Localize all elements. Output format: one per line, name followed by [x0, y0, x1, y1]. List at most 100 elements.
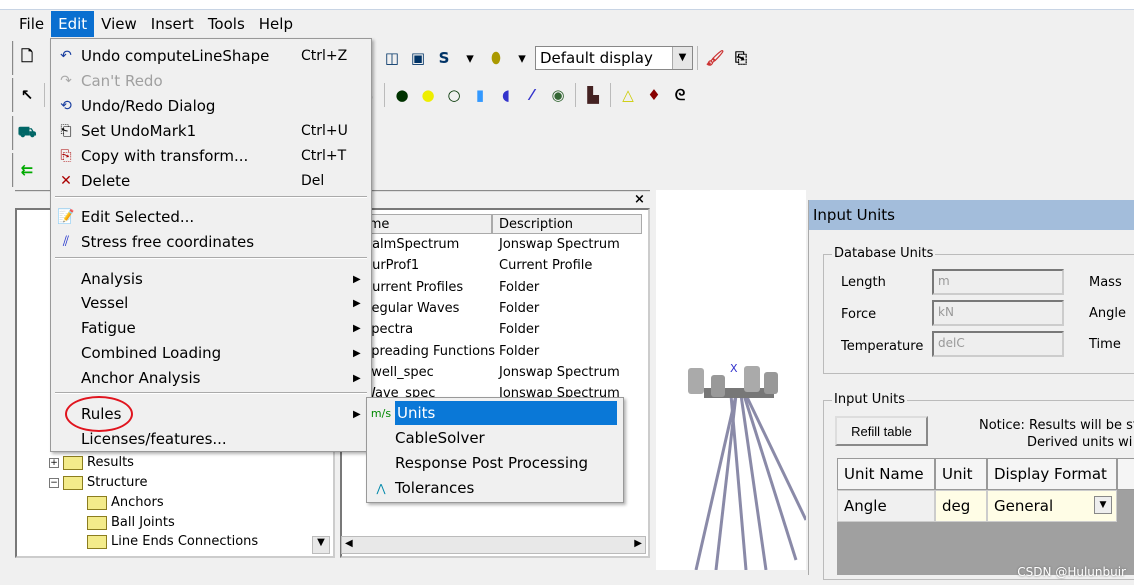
- display-icon[interactable]: ⬮: [483, 45, 509, 71]
- node-ring-icon[interactable]: ○: [441, 82, 467, 108]
- tree-item[interactable]: Line Ends Connections: [87, 534, 258, 549]
- vessel-icon[interactable]: ⛟: [14, 120, 40, 146]
- new-icon[interactable]: 🗋: [14, 45, 40, 71]
- tree-item[interactable]: Anchors: [87, 495, 164, 510]
- toolbar-separator: [575, 83, 576, 107]
- menu-item-label: Analysis: [81, 270, 143, 288]
- menu-item-redo[interactable]: ↷ Can't Redo: [51, 69, 371, 93]
- menu-item-stress-free[interactable]: ⫽ Stress free coordinates: [51, 230, 371, 254]
- menu-item-label: Stress free coordinates: [81, 233, 255, 251]
- temperature-field: delC: [932, 331, 1064, 357]
- object-list[interactable]: NameDescriptionCalmSpectrumJonswap Spect…: [340, 208, 650, 558]
- list-cell-description[interactable]: Folder: [499, 280, 539, 295]
- submenu-item-tolerances[interactable]: ⋀ Tolerances: [367, 476, 623, 500]
- brush-icon[interactable]: 🖌: [702, 45, 728, 71]
- display-select[interactable]: Default display ▼: [535, 46, 693, 70]
- expand-icon[interactable]: +: [49, 457, 59, 468]
- list-cell-description[interactable]: Folder: [499, 322, 539, 337]
- input-units-dialog: Input Units Database Units Length m Force k…: [808, 200, 1134, 580]
- menu-item-combined-loading[interactable]: Combined Loading ▶: [51, 341, 371, 365]
- scroll-left-icon[interactable]: ◀: [345, 538, 353, 549]
- menu-edit[interactable]: Edit: [51, 10, 95, 37]
- menu-view[interactable]: View: [94, 11, 144, 37]
- toolbar-separator: [610, 83, 611, 107]
- copy-icon[interactable]: ⎘: [728, 45, 754, 71]
- folder-icon: [63, 475, 83, 490]
- node-black-icon[interactable]: ●: [389, 82, 415, 108]
- toolbar-separator: [384, 83, 385, 107]
- submenu-item-label: CableSolver: [395, 429, 485, 447]
- dropdown-arrow-icon[interactable]: ▼: [1094, 496, 1112, 514]
- list-cell-name[interactable]: Swell_spec: [363, 365, 434, 380]
- menu-separator: [55, 392, 367, 394]
- select-pointer-icon[interactable]: ↖: [14, 82, 40, 108]
- edit-menu: ↶ Undo computeLineShape Ctrl+Z ↷ Can't Redo ⟲…: [50, 38, 372, 452]
- menu-tools[interactable]: Tools: [201, 11, 252, 37]
- scroll-right-icon[interactable]: ▶: [634, 538, 642, 549]
- group-label: Database Units: [832, 246, 936, 261]
- menu-item-undo-redo-dialog[interactable]: ⟲ Undo/Redo Dialog: [51, 94, 371, 118]
- dropdown-arrow-icon[interactable]: ▾: [509, 45, 535, 71]
- list-cell-name[interactable]: Spreading Functions: [363, 344, 495, 359]
- menu-item-vessel[interactable]: Vessel ▶: [51, 291, 371, 315]
- view-top-icon[interactable]: ▣: [405, 45, 431, 71]
- tree-item[interactable]: + Results: [49, 455, 134, 470]
- menu-item-copy-transform[interactable]: ⎘ Copy with transform... Ctrl+T: [51, 144, 371, 168]
- close-panel-icon[interactable]: ×: [634, 192, 645, 207]
- shell-icon[interactable]: ◖: [493, 82, 519, 108]
- list-cell-name[interactable]: CalmSpectrum: [363, 237, 459, 252]
- collapse-icon[interactable]: −: [49, 477, 59, 488]
- pipe-icon[interactable]: ⁄: [519, 82, 545, 108]
- menu-item-set-undo-mark[interactable]: ⎗ Set UndoMark1 Ctrl+U: [51, 119, 371, 143]
- list-cell-name[interactable]: Regular Waves: [363, 301, 459, 316]
- scroll-down-icon[interactable]: ▼: [312, 536, 330, 554]
- menu-item-edit-selected[interactable]: 📝 Edit Selected...: [51, 205, 371, 229]
- horizontal-scrollbar[interactable]: ◀ ▶: [341, 536, 646, 554]
- menu-item-anchor-analysis[interactable]: Anchor Analysis ▶: [51, 366, 371, 390]
- list-cell-description[interactable]: Folder: [499, 301, 539, 316]
- list-icon[interactable]: ⇇: [14, 157, 40, 183]
- menu-file[interactable]: File: [12, 11, 51, 37]
- joint-icon[interactable]: ◉: [545, 82, 571, 108]
- list-cell-description[interactable]: Current Profile: [499, 258, 592, 273]
- menu-item-undo[interactable]: ↶ Undo computeLineShape Ctrl+Z: [51, 44, 371, 68]
- menu-item-delete[interactable]: ✕ Delete Del: [51, 169, 371, 193]
- list-header-description[interactable]: Description: [492, 214, 642, 234]
- list-cell-description[interactable]: Folder: [499, 344, 539, 359]
- clump-icon[interactable]: △: [615, 82, 641, 108]
- refill-table-button[interactable]: Refill table: [835, 416, 928, 446]
- submenu-arrow-icon: ▶: [353, 273, 361, 285]
- submenu-item-cablesolver[interactable]: CableSolver: [367, 426, 623, 450]
- menu-item-analysis[interactable]: Analysis ▶: [51, 267, 371, 291]
- view-front-icon[interactable]: ◫: [379, 45, 405, 71]
- winch-icon[interactable]: ▙: [580, 82, 606, 108]
- menu-shortcut: Ctrl+Z: [301, 48, 348, 64]
- menu-item-label: Licenses/features...: [81, 430, 227, 448]
- tree-item-label: Anchors: [111, 495, 164, 510]
- list-cell-description[interactable]: Jonswap Spectrum: [499, 365, 620, 380]
- view-s-icon[interactable]: S: [431, 45, 457, 71]
- field-label: Time: [1089, 337, 1121, 352]
- menu-help[interactable]: Help: [252, 11, 300, 37]
- 3d-view[interactable]: X: [656, 190, 808, 571]
- tree-item[interactable]: − Structure: [49, 475, 147, 490]
- tree-item[interactable]: Ball Joints: [87, 515, 175, 530]
- tree-item-label: Structure: [87, 475, 148, 490]
- spring-icon[interactable]: ᘓ: [667, 82, 693, 108]
- node-yellow-icon[interactable]: ●: [415, 82, 441, 108]
- units-icon: m/s: [370, 406, 392, 420]
- folder-icon: [63, 455, 83, 470]
- cylinder-icon[interactable]: ▮: [467, 82, 493, 108]
- submenu-item-units[interactable]: m/s Units: [367, 401, 623, 425]
- list-cell-description[interactable]: Jonswap Spectrum: [499, 237, 620, 252]
- menu-item-fatigue[interactable]: Fatigue ▶: [51, 316, 371, 340]
- dropdown-arrow-icon[interactable]: ▼: [672, 47, 692, 69]
- menu-insert[interactable]: Insert: [144, 11, 201, 37]
- submenu-item-response-post-processing[interactable]: Response Post Processing: [367, 451, 623, 475]
- toolbar-separator: [44, 83, 45, 107]
- dropdown-arrow-icon[interactable]: ▾: [457, 45, 483, 71]
- redo-icon: ↷: [60, 73, 72, 89]
- float-icon[interactable]: ♦: [641, 82, 667, 108]
- list-cell-name[interactable]: Current Profiles: [363, 280, 463, 295]
- cell-unit[interactable]: deg: [935, 490, 987, 522]
